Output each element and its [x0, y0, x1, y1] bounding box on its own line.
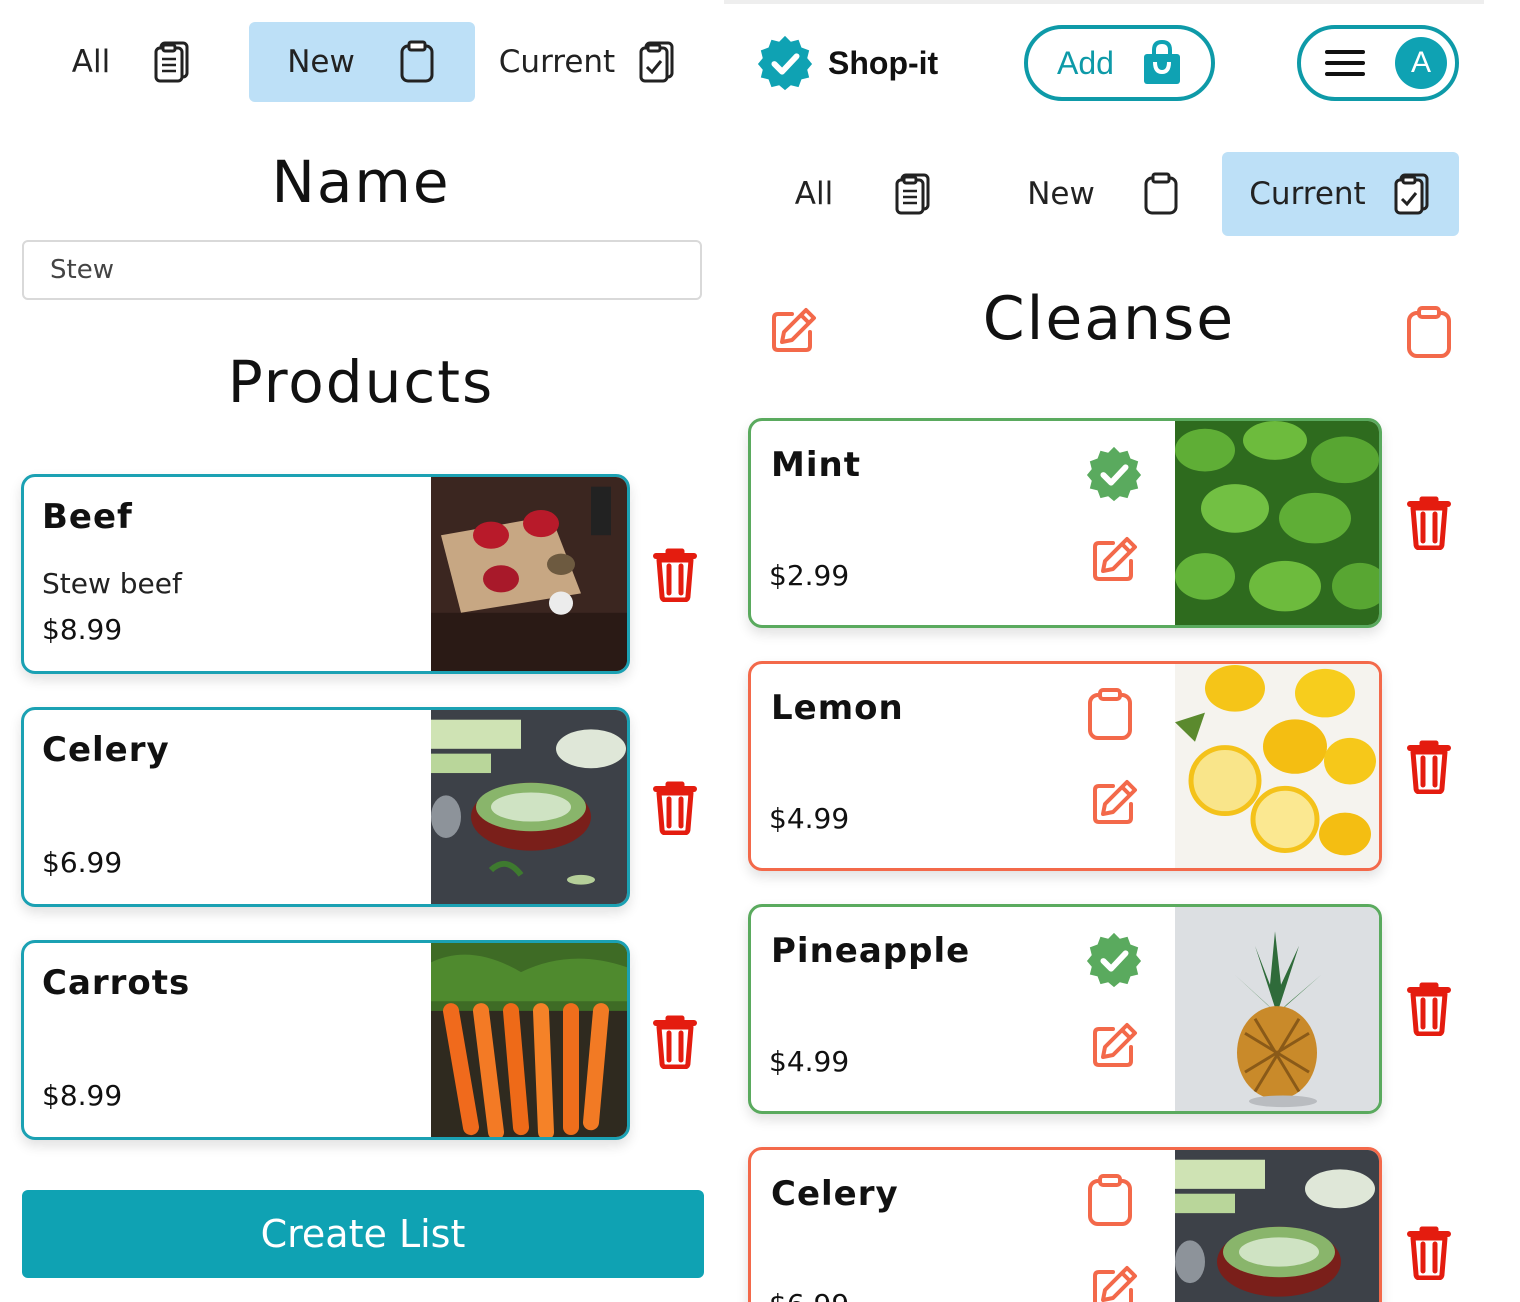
edit-icon[interactable] [1089, 1021, 1139, 1071]
trash-icon[interactable] [1406, 738, 1452, 794]
name-heading: Name [271, 148, 451, 216]
tab-label: Current [1249, 176, 1366, 212]
tab-current[interactable]: Current [488, 22, 688, 102]
edit-icon[interactable] [1089, 535, 1139, 585]
trash-icon[interactable] [652, 779, 698, 835]
clipboard-list-icon [152, 40, 192, 84]
beef-photo [431, 477, 627, 671]
check-badge-icon[interactable] [1085, 931, 1143, 989]
edit-icon[interactable] [1089, 778, 1139, 828]
verified-badge-icon [757, 35, 813, 91]
clipboard-icon[interactable] [1087, 1174, 1133, 1226]
products-heading: Products [227, 348, 495, 416]
product-price: $8.99 [42, 613, 123, 646]
pineapple-photo [1175, 907, 1379, 1111]
item-card-pineapple[interactable]: Pineapple $4.99 [748, 904, 1382, 1114]
edit-icon[interactable] [1089, 1264, 1139, 1302]
product-card-beef[interactable]: Beef Stew beef $8.99 [21, 474, 630, 674]
tab-new[interactable]: New [249, 22, 475, 102]
clipboard-check-icon [637, 40, 677, 84]
item-title: Pineapple [771, 931, 971, 971]
tab-label: Current [498, 44, 616, 80]
celery-photo [431, 710, 627, 904]
item-card-mint[interactable]: Mint $2.99 [748, 418, 1382, 628]
item-title: Lemon [771, 688, 904, 728]
clipboard-icon[interactable] [1406, 306, 1452, 358]
product-card-celery[interactable]: Celery $6.99 [21, 707, 630, 907]
tab-label: New [1027, 176, 1095, 212]
new-list-panel: All New Current Name Products Beef Stew … [0, 0, 722, 1302]
item-title: Celery [771, 1174, 899, 1214]
mint-photo [1175, 421, 1379, 625]
product-price: $8.99 [42, 1079, 123, 1112]
clipboard-list-icon [893, 172, 933, 216]
tab-all[interactable]: All [34, 22, 230, 102]
brand-name: Shop-it [828, 44, 939, 81]
list-title: Cleanse [982, 284, 1236, 354]
clipboard-icon [397, 40, 437, 84]
tab-label: All [794, 176, 834, 212]
product-title: Celery [42, 730, 170, 770]
clipboard-icon [1141, 172, 1181, 216]
carrots-photo [431, 943, 627, 1137]
tab-label: All [71, 44, 111, 80]
shopping-bag-icon [1143, 40, 1180, 84]
trash-icon[interactable] [652, 1013, 698, 1069]
item-card-celery[interactable]: Celery $6.99 [748, 1147, 1382, 1302]
product-title: Carrots [42, 963, 191, 1003]
product-title: Beef [42, 497, 133, 537]
lemon-photo [1175, 664, 1379, 868]
create-list-button[interactable]: Create List [22, 1190, 704, 1278]
menu-toggle[interactable]: A [1297, 25, 1459, 101]
item-price: $6.99 [769, 1288, 849, 1302]
item-price: $4.99 [769, 802, 850, 835]
add-button[interactable]: Add [1024, 25, 1215, 101]
brand[interactable]: Shop-it [756, 34, 938, 92]
item-price: $2.99 [769, 559, 850, 592]
trash-icon[interactable] [1406, 980, 1452, 1036]
tab-label: New [287, 44, 355, 80]
edit-list-icon[interactable] [768, 306, 818, 356]
check-badge-icon[interactable] [1085, 445, 1143, 503]
add-label: Add [1057, 44, 1114, 81]
trash-icon[interactable] [652, 546, 698, 602]
clipboard-check-icon [1392, 172, 1432, 216]
tab-current[interactable]: Current [1222, 152, 1459, 236]
tab-new[interactable]: New [1004, 152, 1204, 236]
item-title: Mint [771, 445, 861, 485]
trash-icon[interactable] [1406, 494, 1452, 550]
list-name-input[interactable] [22, 240, 702, 300]
avatar: A [1395, 37, 1447, 89]
product-price: $6.99 [42, 846, 123, 879]
clipboard-icon[interactable] [1087, 688, 1133, 740]
product-description: Stew beef [42, 567, 182, 600]
trash-icon[interactable] [1406, 1224, 1452, 1280]
celery-photo [1175, 1150, 1379, 1302]
item-card-lemon[interactable]: Lemon $4.99 [748, 661, 1382, 871]
hamburger-icon [1325, 50, 1365, 76]
current-list-panel: Shop-it Add A All New Current Cleanse Mi… [724, 0, 1520, 1302]
item-price: $4.99 [769, 1045, 850, 1078]
product-card-carrots[interactable]: Carrots $8.99 [21, 940, 630, 1140]
tab-all[interactable]: All [764, 152, 964, 236]
